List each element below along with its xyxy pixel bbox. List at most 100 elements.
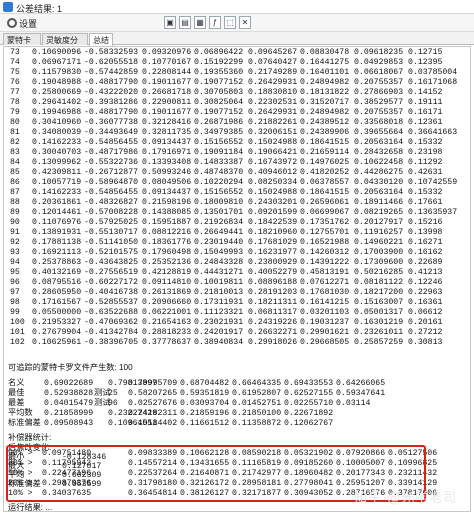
cell: 0.44286275 [354,168,404,177]
cell: 0.22302531 [248,98,298,107]
cell: 0.24894982 [300,108,350,117]
cell: 101 [10,328,25,337]
cell: 0.12715 [408,48,443,57]
cell: 97 [10,288,20,297]
cell: -0.57925025 [84,218,139,227]
cell: -0.43643825 [84,258,139,267]
cell: 25 [108,389,118,398]
cell: 0.15024988 [248,138,298,147]
cell: 82 [10,138,20,147]
cell: 0.11292 [408,158,443,167]
cell: 0.04929853 [354,58,404,67]
save-icon[interactable]: ▣ [164,16,176,29]
cell: 0.16361 [408,298,443,307]
cell: 0.26871986 [194,118,244,127]
cell: 0.13099962 [32,158,82,167]
cell: 0.15156552 [194,138,244,147]
cell: 0.11916257 [354,228,404,237]
chart-icon[interactable]: ▦ [194,16,206,29]
cell: 0.03114 [336,399,371,408]
cell: -0.57442859 [84,68,139,77]
export-icon[interactable]: ▤ [179,16,191,29]
cell: 0.06811317 [248,308,298,317]
cell: 0.19111 [408,98,443,107]
cell: 0.50993246 [142,168,192,177]
cell: -0.34493649 [84,128,139,137]
cell: 0.11123321 [194,308,244,317]
cell: 0.24389906 [300,128,350,137]
settings-button[interactable]: 设置 [3,16,41,30]
cell: 0.26596061 [300,198,350,207]
cell: 0.79995709 [128,379,178,388]
cell: 0.14391222 [300,258,350,267]
cell: 0.19048988 [32,78,82,87]
cell: 0.16521988 [300,238,350,247]
cell: 0.16441275 [300,58,350,67]
tab-monte-carlo[interactable]: 蒙特卡罗 [3,33,41,56]
tab-sensitivity[interactable]: 灵敏度分析 [42,33,88,56]
cell: 0.24182311 [128,409,178,418]
cell: 0.19946988 [32,108,82,117]
cell: 87 [10,188,20,197]
function-icon[interactable]: ƒ [209,16,221,29]
comp-title: 补偿器统计: [8,433,52,442]
cell: 0.19011677 [142,78,192,87]
cell: 0.24843328 [194,258,244,267]
cell: 0.06612 [408,308,443,317]
footer-note: 运行结果: ... [8,503,53,512]
cell: 0.09114810 [142,278,192,287]
cell: 0.03785004 [408,68,458,77]
cell: 0.05500000 [32,308,82,317]
cell: -0.60227172 [84,278,139,287]
cell: 0.06618067 [354,68,404,77]
cell: -0.55130717 [84,228,139,237]
cell: 73 [10,48,20,57]
cell: 0.26681718 [142,88,192,97]
cell: 78 [10,98,20,107]
cell: 0.16301219 [354,318,404,327]
cell: 0.06896422 [194,48,244,57]
cell: 0.12246 [408,278,443,287]
cell: 0.10184402 [128,419,178,428]
cell: -0.41342784 [84,328,139,337]
cell: 0.06378557 [300,178,350,187]
cell: 0.23261011 [354,328,404,337]
cell: 0.11358872 [232,419,282,428]
cell: 0.21654163 [142,318,192,327]
cell: 0.18210960 [248,228,298,237]
cell: 0.25378863 [32,258,82,267]
cell: 0.42309811 [32,168,82,177]
cell: 最佳 [8,389,25,398]
close-icon[interactable]: ✕ [239,16,251,29]
cell: 0.48748370 [194,168,244,177]
cell: 0.14260312 [300,248,350,257]
cell: 0.26429931 [248,78,298,87]
cell: 0.59347641 [336,389,386,398]
fit-icon[interactable]: ⬚ [224,16,236,29]
cell: 0.14960221 [354,238,404,247]
cell: 0.17003900 [354,248,404,257]
cell: 0.08219265 [354,208,404,217]
cell: 0.15332 [408,188,443,197]
cell: 0.20361861 [32,198,82,207]
cell: 0.26429931 [248,108,298,117]
cell: 0.18131822 [300,88,350,97]
tab-summary[interactable]: 总结 [89,33,113,46]
cell: 0.25800669 [32,88,82,97]
cell: 0.20755357 [354,78,404,87]
cell: 0.20563164 [354,188,404,197]
cell: 0.29901621 [300,328,350,337]
cell: 91 [10,228,20,237]
cell: 81 [10,128,20,137]
cell: 0.01452751 [232,399,282,408]
cell: 0.26632271 [248,328,298,337]
cell: 0.16231977 [248,248,298,257]
cell: 0.09134437 [142,188,192,197]
cell: 0.09618235 [354,48,404,57]
cell: 0.25352136 [142,258,192,267]
cell: 0.15192299 [194,58,244,67]
cell: 0.21598196 [142,198,192,207]
cell: 0.42128819 [142,268,192,277]
cell: -0.63522688 [84,308,139,317]
results-text-area[interactable]: 73 0.10690096 -0.58332593 0.09320976 0.06896… [3,46,471,512]
